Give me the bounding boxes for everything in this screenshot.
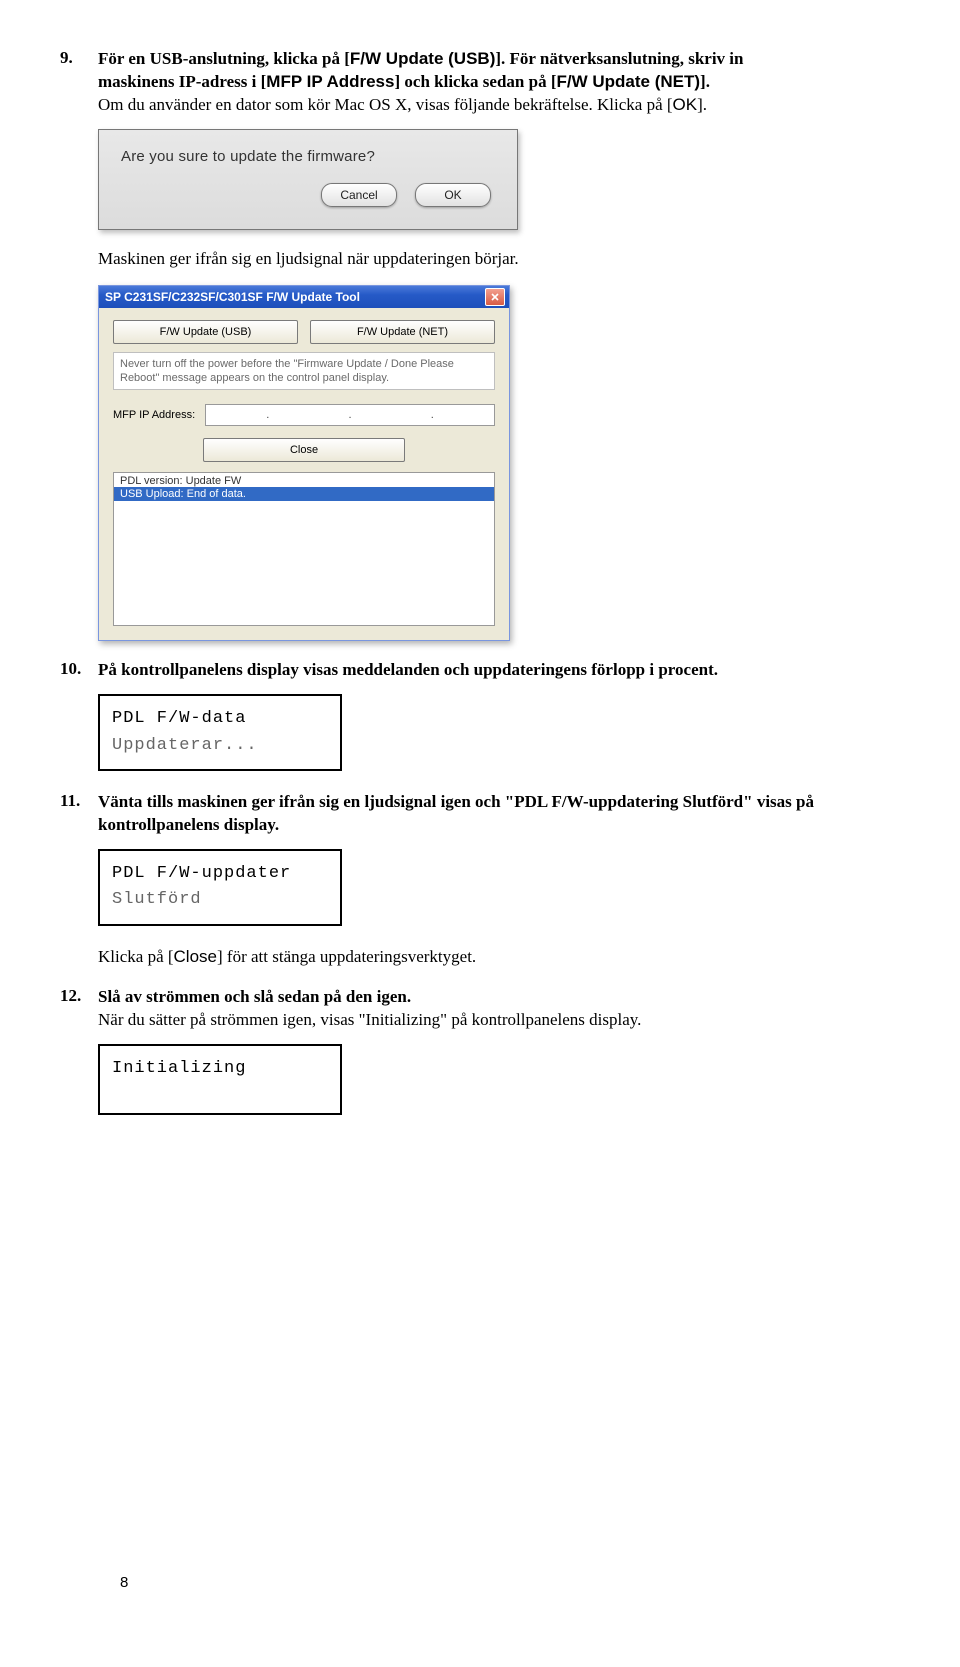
ip-label: MFP IP Address: [113, 409, 195, 421]
fw-update-usb-button[interactable]: F/W Update (USB) [113, 320, 298, 344]
lcd-row: PDL F/W-uppdater [112, 861, 328, 887]
lcd-row: PDL F/W-data [112, 706, 328, 732]
step-12: 12. Slå av strömmen och slå sedan på den… [60, 986, 816, 1114]
step-11: 11. Vänta tills maskinen ger ifrån sig e… [60, 791, 816, 969]
lcd-row: Initializing [112, 1056, 328, 1082]
step-10: 10. På kontrollpanelens display visas me… [60, 659, 816, 771]
win-update-buttons: F/W Update (USB) F/W Update (NET) [113, 320, 495, 344]
fw-update-net-button[interactable]: F/W Update (NET) [310, 320, 495, 344]
log-line-highlight: USB Upload: End of data. [114, 487, 494, 501]
mac-dialog-title: Are you sure to update the firmware? [99, 130, 517, 173]
step-number: 12. [60, 986, 81, 1006]
step-9: 9. För en USB-anslutning, klicka på [F/W… [60, 48, 816, 641]
page-number: 8 [120, 1574, 128, 1591]
mac-dialog-buttons: Cancel OK [99, 173, 517, 229]
win-update-dialog: SP C231SF/C232SF/C301SF F/W Update Tool … [98, 285, 510, 642]
close-row: Close [113, 438, 495, 462]
win-titlebar: SP C231SF/C232SF/C301SF F/W Update Tool [99, 286, 509, 308]
lcd-display-done: PDL F/W-uppdater Slutförd [98, 849, 342, 926]
lcd-display-updating: PDL F/W-data Uppdaterar... [98, 694, 342, 771]
step-12-text: Slå av strömmen och slå sedan på den ige… [98, 987, 411, 1006]
lcd-display-init: Initializing [98, 1044, 342, 1114]
win-body: F/W Update (USB) F/W Update (NET) Never … [99, 308, 509, 641]
step-number: 11. [60, 791, 80, 811]
step-11-text: Vänta tills maskinen ger ifrån sig en lj… [98, 792, 814, 834]
close-icon[interactable] [485, 288, 505, 306]
ip-address-field[interactable]: . . . [205, 404, 495, 426]
lcd-row: Slutförd [112, 887, 328, 913]
win-note: Never turn off the power before the "Fir… [113, 352, 495, 391]
step-10-text: På kontrollpanelens display visas meddel… [98, 660, 718, 679]
step-9-after: Maskinen ger ifrån sig en ljudsignal när… [98, 248, 816, 271]
cancel-button[interactable]: Cancel [321, 183, 397, 207]
step-number: 10. [60, 659, 81, 679]
step-12-line2: När du sätter på strömmen igen, visas "I… [98, 1009, 816, 1032]
step-11-sub: Klicka på [Close] för att stänga uppdate… [98, 946, 816, 969]
close-button[interactable]: Close [203, 438, 405, 462]
log-box: PDL version: Update FW USB Upload: End o… [113, 472, 495, 626]
win-title: SP C231SF/C232SF/C301SF F/W Update Tool [105, 290, 360, 304]
lcd-row: Uppdaterar... [112, 733, 328, 759]
mac-confirm-dialog: Are you sure to update the firmware? Can… [98, 129, 518, 230]
log-line: PDL version: Update FW [114, 473, 494, 487]
step-number: 9. [60, 48, 73, 68]
step-9-line2: Om du använder en dator som kör Mac OS X… [98, 94, 816, 117]
step-9-text: För en USB-anslutning, klicka på [F/W Up… [98, 49, 743, 91]
ok-button[interactable]: OK [415, 183, 491, 207]
ip-row: MFP IP Address: . . . [113, 404, 495, 426]
